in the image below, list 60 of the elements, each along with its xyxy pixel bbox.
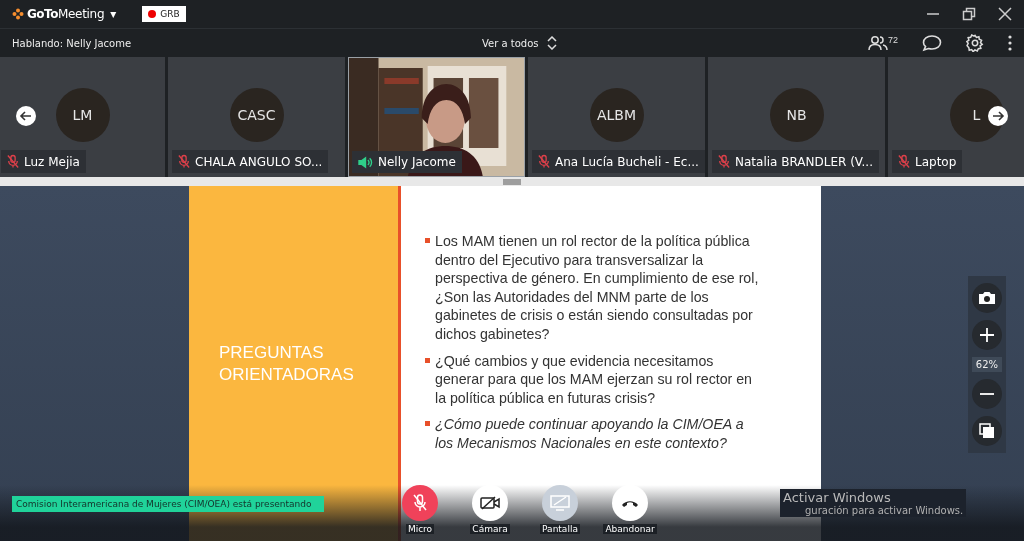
minus-icon — [978, 392, 995, 396]
up-down-icon — [546, 36, 557, 50]
settings-icon[interactable] — [966, 34, 984, 52]
people-icon — [868, 35, 888, 51]
bullet-text: ¿Qué cambios y que evidencia necesitamos generar para que los MAM ejerzan su rol rector en la política pública en futuras crisis? — [435, 352, 752, 406]
muted-mic-icon — [413, 494, 427, 512]
avatar: LM — [55, 88, 110, 142]
screen-share-icon — [550, 495, 570, 511]
bullet-icon — [425, 357, 430, 363]
camera-icon — [977, 291, 996, 305]
snapshot-button[interactable] — [971, 283, 1002, 313]
avatar: CASC — [229, 88, 284, 142]
name-tag: Nelly Jacome — [352, 151, 462, 173]
recording-tag: GRB — [142, 6, 186, 22]
app-logo[interactable]: GoToMeeting — [12, 7, 105, 21]
activation-notice-title: Activar Windows — [783, 490, 892, 505]
avatar: ALBM — [589, 88, 644, 142]
plus-icon — [978, 327, 995, 343]
participant-tile[interactable]: L Laptop — [888, 57, 1024, 177]
drag-handle-icon[interactable] — [503, 178, 521, 185]
more-icon[interactable] — [1008, 35, 1012, 51]
avatar: NB — [769, 88, 824, 142]
control-label: Micro — [405, 524, 435, 534]
name-tag: Laptop — [892, 150, 963, 173]
bullet-icon — [425, 421, 430, 427]
close-icon[interactable] — [998, 7, 1012, 21]
restore-icon[interactable] — [962, 7, 976, 21]
bullet-icon — [425, 238, 430, 243]
participant-tile[interactable]: CASC CHALA ANGULO SO... — [168, 57, 345, 177]
fit-button[interactable] — [971, 416, 1002, 446]
name-tag: Natalia BRANDLER (V... — [712, 150, 879, 173]
name-tag: Luz Mejia — [1, 150, 86, 173]
caret-icon[interactable]: ▾ — [110, 7, 117, 21]
avatar: L — [949, 88, 1004, 142]
hang-up-icon — [620, 498, 640, 508]
slide-title: PREGUNTAS ORIENTADORAS — [219, 342, 355, 385]
view-selector[interactable]: Ver a todos — [476, 35, 563, 51]
activation-notice-text: guración para activar Windows. — [805, 505, 964, 516]
copy-icon — [978, 423, 995, 439]
presenter-banner: Comision Interamericana de Mujeres (CIM/OEA) está presentando — [12, 496, 324, 512]
zoom-out-button[interactable] — [971, 379, 1002, 409]
control-label: Cámara — [470, 524, 510, 534]
control-label: Pantalla — [540, 524, 580, 534]
bullet-text: ¿Cómo puede continuar apoyando la CIM/OEA a los Mecanismos Nacionales en este contexto? — [435, 416, 744, 451]
participant-tile[interactable]: ALBM Ana Lucía Bucheli - Ec... — [528, 57, 705, 177]
zoom-level: 62% — [971, 357, 1002, 372]
name-tag: Ana Lucía Bucheli - Ec... — [532, 150, 705, 173]
participant-tile[interactable]: LM Luz Mejia — [0, 57, 165, 177]
bullet-text: Los MAM tienen un rol rector de la política pública dentro del Ejecutivo para transversalizar la perspectiva de género. En cumplimiento de ese rol, ¿Son las Autoridades del MNM parte de los gabinetes de crisis o están siendo consultadas por dichos gabinetes? — [435, 233, 759, 342]
participant-tile[interactable]: Nelly Jacome — [348, 57, 525, 177]
active-speaker-label: Hablando: Nelly Jacome — [12, 37, 132, 49]
participant-tile[interactable]: NB Natalia BRANDLER (V... — [708, 57, 885, 177]
recording-dot-icon — [148, 10, 157, 18]
flower-icon — [12, 8, 24, 20]
camera-off-icon — [480, 496, 500, 510]
name-tag: CHALA ANGULO SO... — [172, 150, 329, 173]
control-label: Abandonar — [603, 524, 657, 534]
attendees-button[interactable]: 72 — [868, 35, 898, 51]
zoom-in-button[interactable] — [971, 320, 1002, 350]
chat-icon[interactable] — [922, 34, 942, 52]
